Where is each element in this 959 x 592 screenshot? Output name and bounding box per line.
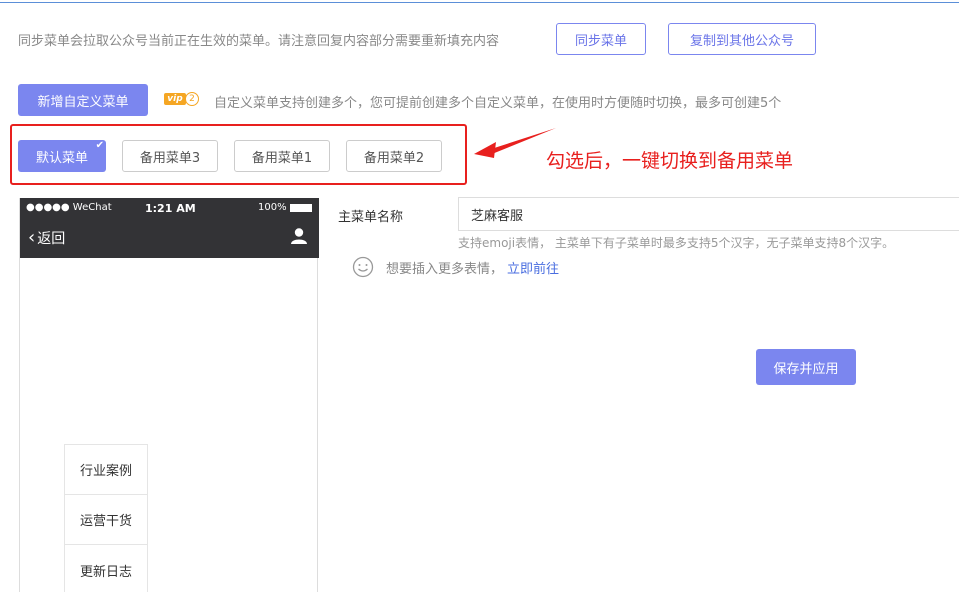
status-bar: ●●●●● WeChat 1:21 AM 100% <box>20 200 319 218</box>
vip-level: 2 <box>185 92 199 106</box>
submenu-item[interactable]: 行业案例 <box>65 445 147 495</box>
vip-badge: vip 2 <box>164 91 200 107</box>
tab-backup-menu-1[interactable]: 备用菜单1 <box>234 140 330 172</box>
save-and-apply-button[interactable]: 保存并应用 <box>756 349 856 385</box>
tab-backup-menu-2[interactable]: 备用菜单2 <box>346 140 442 172</box>
menu-name-label: 主菜单名称 <box>338 210 404 225</box>
submenu-list: 行业案例 运营干货 更新日志 <box>64 444 148 592</box>
emoji-row: 想要插入更多表情， 立即前往 <box>352 256 559 278</box>
sync-notice: 同步菜单会拉取公众号当前正在生效的菜单。请注意回复内容部分需要重新填充内容 <box>18 34 500 49</box>
user-icon[interactable] <box>290 227 308 245</box>
tab-backup-menu-3[interactable]: 备用菜单3 <box>122 140 218 172</box>
back-label: 返回 <box>37 231 66 247</box>
phone-header: ●●●●● WeChat 1:21 AM 100% ‹ 返回 <box>20 198 319 258</box>
add-menu-description: 自定义菜单支持创建多个，您可提前创建多个自定义菜单，在使用时方便随时切换，最多可… <box>214 96 782 111</box>
annotation-text: 勾选后，一键切换到备用菜单 <box>546 150 794 172</box>
copy-to-other-account-button[interactable]: 复制到其他公众号 <box>668 23 816 55</box>
chevron-left-icon: ‹ <box>28 227 36 248</box>
page: 同步菜单会拉取公众号当前正在生效的菜单。请注意回复内容部分需要重新填充内容 同步… <box>0 0 959 592</box>
top-divider <box>0 0 959 3</box>
phone-preview: ●●●●● WeChat 1:21 AM 100% ‹ 返回 行业案例 运营干货… <box>19 198 319 592</box>
tab-label: 默认菜单 <box>35 150 88 166</box>
back-button[interactable]: ‹ 返回 <box>28 228 65 248</box>
menu-name-input[interactable]: 芝麻客服 <box>458 197 959 231</box>
carrier-signal: ●●●●● WeChat <box>26 202 112 213</box>
check-icon: ✔ <box>95 140 104 151</box>
sync-menu-button[interactable]: 同步菜单 <box>556 23 646 55</box>
status-time: 1:21 AM <box>145 202 196 215</box>
tab-default-menu[interactable]: 默认菜单 ✔ <box>18 140 106 172</box>
smiley-icon[interactable] <box>352 256 374 278</box>
battery-icon <box>290 204 312 212</box>
emoji-link[interactable]: 立即前往 <box>507 258 559 277</box>
add-custom-menu-button[interactable]: 新增自定义菜单 <box>18 84 148 116</box>
submenu-item[interactable]: 更新日志 <box>65 545 147 592</box>
submenu-item[interactable]: 运营干货 <box>65 495 147 545</box>
battery-level: 100% <box>258 202 287 213</box>
emoji-hint: 想要插入更多表情， <box>386 261 504 277</box>
menu-name-hint: 支持emoji表情， 主菜单下有子菜单时最多支持5个汉字，无子菜单支持8个汉字。 <box>458 236 895 250</box>
vip-tag: vip <box>164 93 186 105</box>
